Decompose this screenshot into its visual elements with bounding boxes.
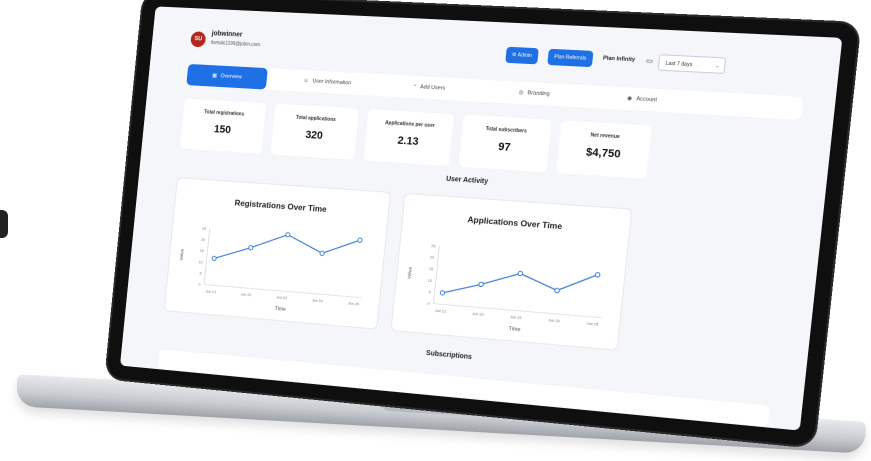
- calendar-icon: ▭: [645, 57, 654, 66]
- stat-label: Net revenue: [590, 132, 621, 141]
- date-range-value: Last 7 days: [665, 60, 693, 69]
- stat-card: Applications per user 2.13: [363, 109, 455, 166]
- tab-label: Account: [635, 96, 658, 104]
- stat-card: Total applications 320: [270, 103, 359, 160]
- tab-add-users[interactable]: ⁺ Add Users: [380, 74, 480, 101]
- stat-value: 320: [304, 129, 324, 142]
- stat-card: Net revenue $4,750: [556, 120, 652, 179]
- date-range-select[interactable]: Last 7 days ⌄: [657, 54, 727, 74]
- registrations-chart-card: Registrations Over Time Value Time 0 5 10 15 20…: [163, 177, 392, 330]
- x-tick-label: Jun 21: [205, 289, 216, 294]
- avatar[interactable]: SU: [190, 31, 207, 48]
- tab-account[interactable]: ◉ Account: [590, 86, 696, 114]
- edge-mark: [0, 210, 8, 238]
- tab-user-information[interactable]: ☺ User Information: [279, 69, 376, 96]
- stat-value: 2.13: [397, 134, 420, 148]
- stat-card: Total subscribers 97: [458, 114, 552, 173]
- laptop-mockup: SU jobwinner itsmalo1199@jobin.com ⚙ Adm…: [0, 0, 871, 461]
- stat-card: Total registrations 150: [179, 98, 267, 154]
- data-point: [286, 232, 291, 237]
- chart-title: Registrations Over Time: [234, 198, 327, 214]
- chevron-down-icon: ⌄: [714, 63, 721, 70]
- y-tick-label: 25: [202, 227, 206, 231]
- y-tick-label: 5: [428, 290, 430, 294]
- y-tick-label: 0: [427, 302, 429, 306]
- add-user-icon: ⁺: [413, 83, 417, 91]
- x-tick-label: Jun 23: [510, 315, 522, 320]
- users-icon: ☺: [303, 77, 309, 85]
- tab-branding[interactable]: ◎ Branding: [483, 80, 586, 108]
- chart-title: Applications Over Time: [467, 215, 563, 231]
- user-email: itsmalo1199@jobin.com: [210, 39, 261, 49]
- x-tick-label: Jun 21: [435, 309, 447, 314]
- data-point: [440, 290, 445, 295]
- stat-label: Total applications: [295, 114, 337, 124]
- tab-overview[interactable]: ▦ Overview: [186, 63, 268, 90]
- x-tick-label: Jun 25: [348, 301, 359, 306]
- data-point: [595, 272, 600, 277]
- registrations-chart: Registrations Over Time Value Time 0 5 10 15 20…: [179, 198, 390, 313]
- y-axis-label: Value: [406, 266, 413, 279]
- grid-icon: ▦: [211, 72, 218, 80]
- x-axis-label: Time: [274, 306, 286, 313]
- x-tick-label: Jun 25: [586, 322, 598, 327]
- y-tick-label: 25: [431, 244, 436, 248]
- x-tick-label: Jun 24: [312, 298, 323, 303]
- x-tick-label: Jun 22: [472, 312, 484, 317]
- stat-value: 97: [497, 140, 512, 154]
- y-tick-label: 10: [199, 260, 203, 264]
- palette-icon: ◎: [518, 89, 524, 96]
- data-point: [248, 245, 253, 250]
- x-tick-label: Jun 22: [240, 292, 251, 297]
- account-icon: ◉: [626, 95, 633, 103]
- data-point: [358, 238, 363, 243]
- stat-label: Total registrations: [203, 109, 245, 118]
- username: jobwinner: [211, 30, 243, 39]
- admin-label: Admin: [517, 52, 533, 60]
- y-tick-label: 10: [428, 278, 433, 282]
- plan-name: Plan Infinity: [602, 55, 636, 64]
- x-tick-label: Jun 24: [548, 318, 560, 323]
- y-tick-label: 5: [199, 271, 201, 275]
- stat-value: 150: [213, 123, 232, 137]
- stat-label: Applications per user: [384, 120, 435, 130]
- data-point: [518, 271, 523, 276]
- x-tick-label: Jun 23: [276, 295, 287, 300]
- plan-referrals-button[interactable]: Plan Referrals: [547, 48, 594, 68]
- y-tick-label: 20: [201, 238, 205, 242]
- y-tick-label: 15: [200, 249, 204, 253]
- laptop-bezel: SU jobwinner itsmalo1199@jobin.com ⚙ Adm…: [106, 0, 860, 447]
- data-point: [479, 282, 484, 287]
- data-point: [555, 288, 560, 293]
- y-tick-label: 20: [430, 256, 435, 260]
- y-axis-label: Value: [179, 248, 186, 261]
- applications-chart-card: Applications Over Time Value Time 0 5 10 15 20 2…: [390, 192, 633, 351]
- stat-value: $4,750: [585, 146, 622, 161]
- data-point: [212, 256, 216, 261]
- x-axis-label: Time: [508, 326, 521, 333]
- tab-label: Branding: [527, 90, 550, 98]
- dashboard-screen: SU jobwinner itsmalo1199@jobin.com ⚙ Adm…: [119, 6, 843, 431]
- tab-label: User Information: [312, 78, 352, 87]
- admin-button[interactable]: ⚙ Admin: [505, 46, 539, 65]
- data-point: [320, 251, 325, 256]
- tab-label: Add Users: [419, 84, 446, 92]
- stat-label: Total subscribers: [485, 126, 528, 135]
- series-line: [442, 263, 597, 305]
- tab-label: Overview: [220, 73, 243, 81]
- y-tick-label: 15: [429, 267, 434, 271]
- y-tick-label: 0: [198, 283, 200, 287]
- applications-chart: Applications Over Time Value Time 0 5 10 15 20 2…: [406, 215, 632, 333]
